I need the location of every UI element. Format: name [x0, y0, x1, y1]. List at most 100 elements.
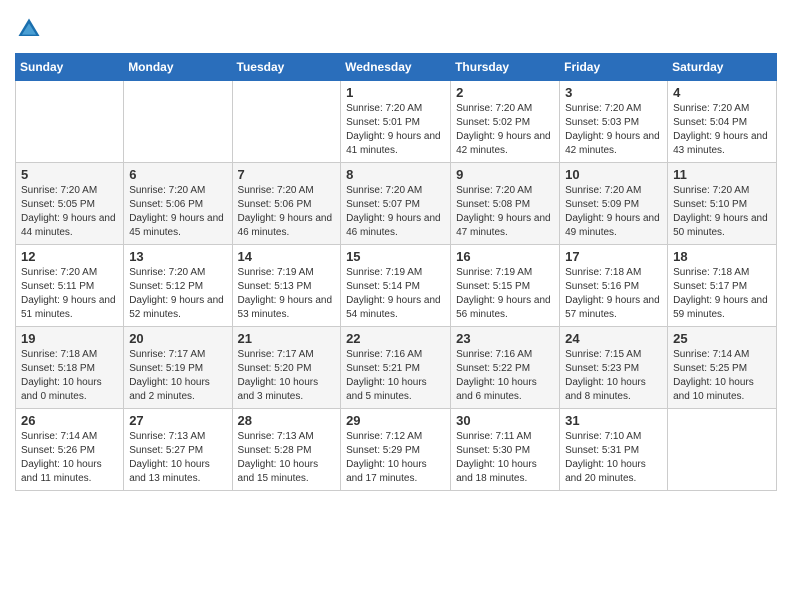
day-info: Sunrise: 7:12 AM Sunset: 5:29 PM Dayligh… [346, 430, 445, 486]
day-info: Sunrise: 7:10 AM Sunset: 5:31 PM Dayligh… [565, 430, 662, 486]
calendar-cell: 19Sunrise: 7:18 AM Sunset: 5:18 PM Dayli… [16, 327, 124, 409]
calendar-cell: 8 Sunrise: 7:20 AM Sunset: 5:07 PM Daylig… [341, 163, 451, 245]
day-info: Sunrise: 7:17 AM Sunset: 5:19 PM Dayligh… [129, 348, 226, 404]
calendar-cell: 10Sunrise: 7:20 AM Sunset: 5:09 PM Dayli… [560, 163, 668, 245]
calendar-cell [16, 81, 124, 163]
day-number: 13 [129, 249, 226, 264]
calendar-cell: 28 Sunrise: 7:13 AM Sunset: 5:28 PM Dayli… [232, 409, 341, 491]
day-number: 29 [346, 413, 445, 428]
calendar-cell: 21 Sunrise: 7:17 AM Sunset: 5:20 PM Dayli… [232, 327, 341, 409]
day-info: Sunrise: 7:14 AM Sunset: 5:25 PM Dayligh… [673, 348, 771, 404]
day-number: 10 [565, 167, 662, 182]
day-info: Sunrise: 7:18 AM Sunset: 5:16 PM Dayligh… [565, 266, 662, 322]
header-tuesday: Tuesday [232, 54, 341, 81]
day-info: Sunrise: 7:20 AM Sunset: 5:06 PM Dayligh… [129, 184, 226, 240]
calendar-cell: 31 Sunrise: 7:10 AM Sunset: 5:31 PM Dayli… [560, 409, 668, 491]
header-saturday: Saturday [668, 54, 777, 81]
day-info: Sunrise: 7:13 AM Sunset: 5:28 PM Dayligh… [238, 430, 336, 486]
calendar-cell: 22 Sunrise: 7:16 AM Sunset: 5:21 PM Dayli… [341, 327, 451, 409]
day-number: 24 [565, 331, 662, 346]
day-info: Sunrise: 7:14 AM Sunset: 5:26 PM Dayligh… [21, 430, 118, 486]
day-info: Sunrise: 7:19 AM Sunset: 5:14 PM Dayligh… [346, 266, 445, 322]
day-info: Sunrise: 7:19 AM Sunset: 5:15 PM Dayligh… [456, 266, 554, 322]
day-number: 28 [238, 413, 336, 428]
calendar-cell [124, 81, 232, 163]
day-info: Sunrise: 7:20 AM Sunset: 5:03 PM Dayligh… [565, 102, 662, 158]
day-number: 6 [129, 167, 226, 182]
calendar-week-row: 5Sunrise: 7:20 AM Sunset: 5:05 PM Daylig… [16, 163, 777, 245]
day-info: Sunrise: 7:20 AM Sunset: 5:01 PM Dayligh… [346, 102, 445, 158]
calendar-body: 1Sunrise: 7:20 AM Sunset: 5:01 PM Daylig… [16, 81, 777, 491]
calendar-cell: 26Sunrise: 7:14 AM Sunset: 5:26 PM Dayli… [16, 409, 124, 491]
day-number: 31 [565, 413, 662, 428]
day-info: Sunrise: 7:20 AM Sunset: 5:08 PM Dayligh… [456, 184, 554, 240]
calendar-header: Sunday Monday Tuesday Wednesday Thursday… [16, 54, 777, 81]
header-monday: Monday [124, 54, 232, 81]
day-number: 23 [456, 331, 554, 346]
day-number: 5 [21, 167, 118, 182]
day-number: 12 [21, 249, 118, 264]
calendar-cell: 14 Sunrise: 7:19 AM Sunset: 5:13 PM Dayli… [232, 245, 341, 327]
page-header [15, 15, 777, 43]
day-number: 25 [673, 331, 771, 346]
day-info: Sunrise: 7:17 AM Sunset: 5:20 PM Dayligh… [238, 348, 336, 404]
day-info: Sunrise: 7:18 AM Sunset: 5:17 PM Dayligh… [673, 266, 771, 322]
calendar-cell: 30Sunrise: 7:11 AM Sunset: 5:30 PM Dayli… [451, 409, 560, 491]
day-info: Sunrise: 7:20 AM Sunset: 5:10 PM Dayligh… [673, 184, 771, 240]
day-info: Sunrise: 7:15 AM Sunset: 5:23 PM Dayligh… [565, 348, 662, 404]
day-info: Sunrise: 7:20 AM Sunset: 5:11 PM Dayligh… [21, 266, 118, 322]
calendar-cell: 3Sunrise: 7:20 AM Sunset: 5:03 PM Daylig… [560, 81, 668, 163]
logo-icon [15, 15, 43, 43]
calendar-cell: 13Sunrise: 7:20 AM Sunset: 5:12 PM Dayli… [124, 245, 232, 327]
day-number: 22 [346, 331, 445, 346]
calendar-week-row: 19Sunrise: 7:18 AM Sunset: 5:18 PM Dayli… [16, 327, 777, 409]
calendar-cell: 5Sunrise: 7:20 AM Sunset: 5:05 PM Daylig… [16, 163, 124, 245]
calendar-week-row: 26Sunrise: 7:14 AM Sunset: 5:26 PM Dayli… [16, 409, 777, 491]
header-thursday: Thursday [451, 54, 560, 81]
calendar-cell: 9 Sunrise: 7:20 AM Sunset: 5:08 PM Daylig… [451, 163, 560, 245]
day-info: Sunrise: 7:18 AM Sunset: 5:18 PM Dayligh… [21, 348, 118, 404]
calendar-week-row: 12 Sunrise: 7:20 AM Sunset: 5:11 PM Dayli… [16, 245, 777, 327]
calendar-cell: 16Sunrise: 7:19 AM Sunset: 5:15 PM Dayli… [451, 245, 560, 327]
day-info: Sunrise: 7:20 AM Sunset: 5:07 PM Dayligh… [346, 184, 445, 240]
calendar-cell [232, 81, 341, 163]
calendar-cell: 24 Sunrise: 7:15 AM Sunset: 5:23 PM Dayli… [560, 327, 668, 409]
day-info: Sunrise: 7:13 AM Sunset: 5:27 PM Dayligh… [129, 430, 226, 486]
calendar-cell: 1Sunrise: 7:20 AM Sunset: 5:01 PM Daylig… [341, 81, 451, 163]
calendar-cell: 11 Sunrise: 7:20 AM Sunset: 5:10 PM Dayli… [668, 163, 777, 245]
calendar-cell: 6 Sunrise: 7:20 AM Sunset: 5:06 PM Daylig… [124, 163, 232, 245]
logo [15, 15, 45, 43]
header-row: Sunday Monday Tuesday Wednesday Thursday… [16, 54, 777, 81]
day-number: 2 [456, 85, 554, 100]
calendar-cell: 27 Sunrise: 7:13 AM Sunset: 5:27 PM Dayli… [124, 409, 232, 491]
day-info: Sunrise: 7:11 AM Sunset: 5:30 PM Dayligh… [456, 430, 554, 486]
calendar-cell: 18Sunrise: 7:18 AM Sunset: 5:17 PM Dayli… [668, 245, 777, 327]
calendar-cell: 7 Sunrise: 7:20 AM Sunset: 5:06 PM Daylig… [232, 163, 341, 245]
day-number: 4 [673, 85, 771, 100]
day-info: Sunrise: 7:20 AM Sunset: 5:06 PM Dayligh… [238, 184, 336, 240]
day-number: 7 [238, 167, 336, 182]
header-wednesday: Wednesday [341, 54, 451, 81]
day-number: 11 [673, 167, 771, 182]
day-info: Sunrise: 7:19 AM Sunset: 5:13 PM Dayligh… [238, 266, 336, 322]
header-friday: Friday [560, 54, 668, 81]
calendar-cell: 17 Sunrise: 7:18 AM Sunset: 5:16 PM Dayli… [560, 245, 668, 327]
day-info: Sunrise: 7:20 AM Sunset: 5:04 PM Dayligh… [673, 102, 771, 158]
day-info: Sunrise: 7:16 AM Sunset: 5:22 PM Dayligh… [456, 348, 554, 404]
calendar-week-row: 1Sunrise: 7:20 AM Sunset: 5:01 PM Daylig… [16, 81, 777, 163]
day-info: Sunrise: 7:16 AM Sunset: 5:21 PM Dayligh… [346, 348, 445, 404]
day-number: 8 [346, 167, 445, 182]
day-number: 14 [238, 249, 336, 264]
day-number: 9 [456, 167, 554, 182]
calendar-cell: 20Sunrise: 7:17 AM Sunset: 5:19 PM Dayli… [124, 327, 232, 409]
calendar-cell [668, 409, 777, 491]
calendar-cell: 23 Sunrise: 7:16 AM Sunset: 5:22 PM Dayli… [451, 327, 560, 409]
day-number: 17 [565, 249, 662, 264]
day-info: Sunrise: 7:20 AM Sunset: 5:02 PM Dayligh… [456, 102, 554, 158]
day-number: 21 [238, 331, 336, 346]
calendar-cell: 4 Sunrise: 7:20 AM Sunset: 5:04 PM Daylig… [668, 81, 777, 163]
day-number: 27 [129, 413, 226, 428]
calendar-table: Sunday Monday Tuesday Wednesday Thursday… [15, 53, 777, 491]
header-sunday: Sunday [16, 54, 124, 81]
calendar-cell: 2 Sunrise: 7:20 AM Sunset: 5:02 PM Daylig… [451, 81, 560, 163]
